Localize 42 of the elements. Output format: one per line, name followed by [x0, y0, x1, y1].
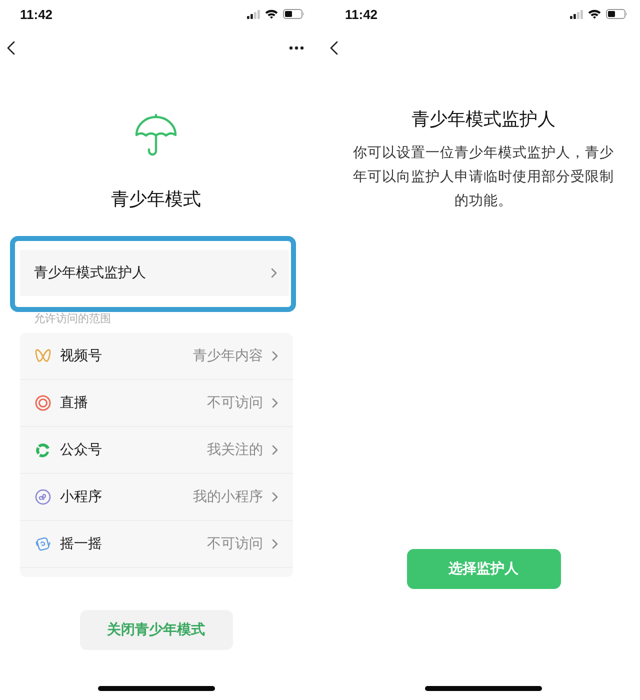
scope-name: 公众号 — [60, 441, 103, 459]
scope-value: 青少年内容 — [193, 347, 263, 365]
signal-icon — [570, 10, 583, 18]
status-time: 11:42 — [345, 6, 378, 22]
signal-icon — [247, 10, 260, 18]
ring-icon — [35, 395, 51, 411]
scope-name: 摇一摇 — [60, 535, 103, 553]
scope-name: 视频号 — [60, 347, 103, 365]
battery-icon — [283, 9, 305, 19]
link-circle-icon — [35, 489, 51, 505]
scope-value: 我关注的 — [207, 441, 263, 459]
page-title: 青少年模式 — [111, 188, 201, 212]
chevron-icon — [272, 539, 278, 549]
guardian-row[interactable]: 青少年模式监护人 — [20, 250, 289, 296]
wifi-icon — [265, 9, 278, 19]
umbrella-icon — [134, 113, 178, 157]
scope-name: 直播 — [60, 394, 89, 412]
scope-name: 小程序 — [60, 488, 103, 506]
more-icon[interactable] — [289, 46, 304, 50]
chevron-icon — [272, 445, 278, 455]
back-icon[interactable] — [7, 41, 15, 55]
butterfly-icon — [35, 348, 51, 364]
chevron-icon — [272, 398, 278, 408]
loop-icon — [35, 442, 51, 458]
scope-value: 我的小程序 — [193, 488, 263, 506]
scope-value: 不可访问 — [207, 535, 263, 553]
section-label: 允许访问的范围 — [34, 312, 111, 326]
wifi-icon — [588, 9, 601, 19]
description-text: 你可以设置一位青少年模式监护人，青少年可以向监护人申请临时使用部分受限制的功能。 — [352, 144, 614, 211]
battery-icon — [606, 9, 628, 19]
chevron-icon — [272, 351, 278, 361]
chevron-icon — [272, 492, 278, 502]
back-icon[interactable] — [330, 41, 338, 55]
scope-row[interactable]: 视频号 青少年内容 — [20, 333, 293, 380]
scope-row[interactable]: 直播 不可访问 — [20, 380, 293, 427]
scope-row[interactable]: 公众号 我关注的 — [20, 427, 293, 474]
scope-value: 不可访问 — [207, 394, 263, 412]
page-title: 青少年模式监护人 — [412, 108, 556, 132]
scope-row[interactable]: 小程序 我的小程序 — [20, 474, 293, 521]
status-time: 11:42 — [20, 6, 53, 22]
chevron-icon — [271, 268, 277, 278]
scope-row[interactable]: 摇一摇 不可访问 — [20, 521, 293, 568]
